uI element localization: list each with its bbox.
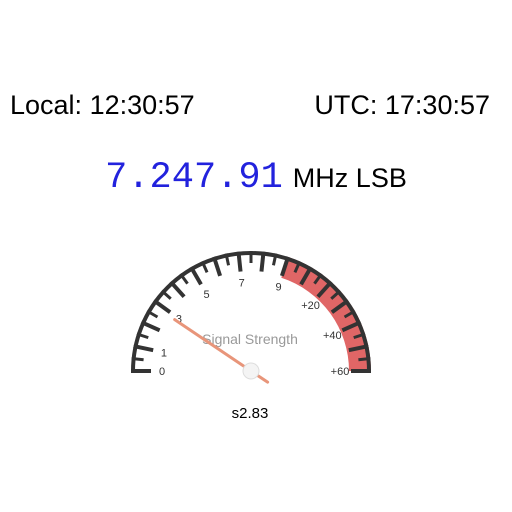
gauge-tick-label: +40 (323, 330, 342, 342)
signal-reading: s2.83 (232, 405, 269, 422)
gauge-tick (358, 356, 371, 362)
radio-display: Local: 12:30:57 UTC: 17:30:57 7.247.91 M… (0, 0, 512, 512)
gauge-red-zone (281, 256, 371, 371)
gauge-tick-label: 9 (275, 281, 281, 293)
gauge-tick-label: +60 (331, 366, 350, 378)
gauge-tick-label: +20 (301, 300, 320, 312)
signal-strength-gauge: 01357 9+20+40+60 Signal Strength s2.83 (131, 251, 371, 422)
needle-hub (242, 362, 260, 380)
gauge-tick-label: 5 (203, 289, 209, 301)
gauge-title: Signal Strength (202, 331, 298, 347)
gauge-tick (236, 251, 243, 272)
gauge-tick-label: 1 (161, 347, 167, 359)
gauge-tick (131, 356, 144, 362)
gauge-tick (140, 320, 161, 333)
gauge-tick (259, 251, 266, 272)
gauge-tick-label: 7 (239, 277, 245, 289)
gauge-tick (169, 280, 186, 299)
gauge-tick (152, 298, 172, 314)
gauge-tick (189, 266, 203, 286)
gauge-needle (173, 318, 270, 384)
red-zone-band (281, 256, 371, 371)
gauge-tick-label: 0 (159, 366, 165, 378)
